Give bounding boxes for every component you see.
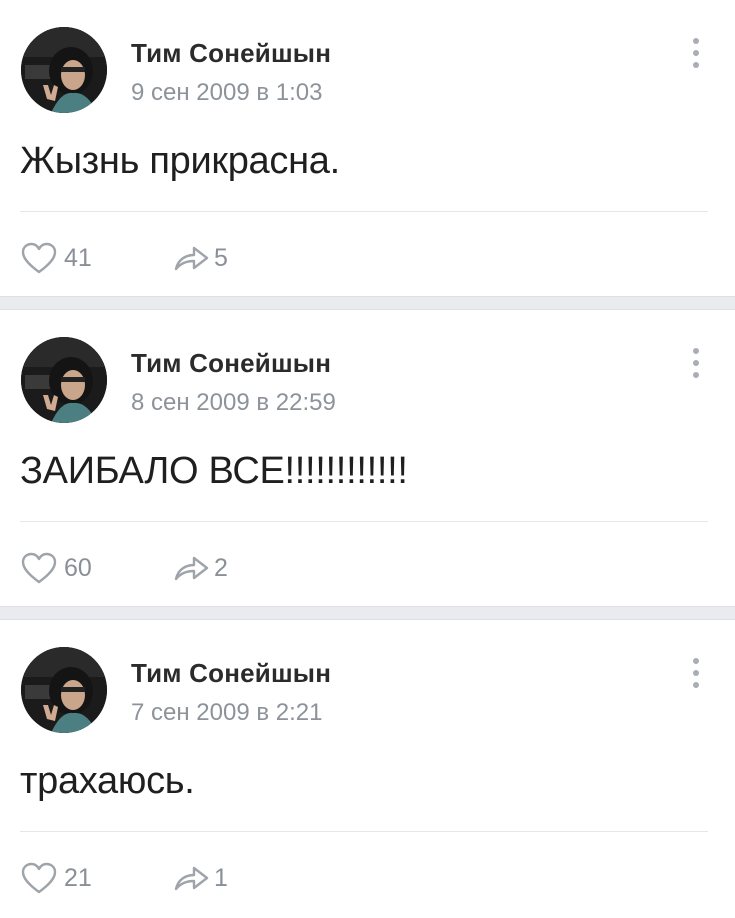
post-text: ЗАИБАЛО ВСЕ!!!!!!!!!!!! [20,450,408,492]
like-count: 41 [64,243,92,272]
post-separator [0,606,735,620]
share-count: 1 [214,863,228,892]
heart-icon [21,242,57,274]
post-separator [0,296,735,310]
post-author[interactable]: Тим Сонейшын [131,658,331,689]
like-button[interactable]: 60 [20,550,92,586]
share-button[interactable]: 2 [172,550,228,586]
share-count: 2 [214,553,228,582]
post-text: трахаюсь. [20,760,195,802]
post-author[interactable]: Тим Сонейшын [131,348,331,379]
share-button[interactable]: 5 [172,240,228,276]
post-text: Жызнь прикрасна. [20,140,340,182]
like-count: 60 [64,553,92,582]
avatar[interactable] [21,27,107,113]
share-button[interactable]: 1 [172,860,228,896]
more-options-icon[interactable] [684,346,708,380]
avatar[interactable] [21,647,107,733]
like-button[interactable]: 21 [20,860,92,896]
more-options-icon[interactable] [684,656,708,690]
wall-feed: Тим Сонейшын 9 сен 2009 в 1:03 Жызнь при… [0,0,735,918]
heart-icon [21,552,57,584]
share-count: 5 [214,243,228,272]
post-date[interactable]: 9 сен 2009 в 1:03 [131,79,322,107]
share-icon [174,246,209,271]
post-date[interactable]: 7 сен 2009 в 2:21 [131,699,322,727]
divider [20,521,708,522]
share-icon [174,866,209,891]
more-options-icon[interactable] [684,36,708,70]
heart-icon [21,862,57,894]
wall-post: Тим Сонейшын 8 сен 2009 в 22:59 ЗАИБАЛО … [0,310,735,606]
wall-post: Тим Сонейшын 9 сен 2009 в 1:03 Жызнь при… [0,0,735,296]
share-icon [174,556,209,581]
post-date[interactable]: 8 сен 2009 в 22:59 [131,389,336,417]
like-count: 21 [64,863,92,892]
post-author[interactable]: Тим Сонейшын [131,38,331,69]
like-button[interactable]: 41 [20,240,92,276]
divider [20,831,708,832]
avatar[interactable] [21,337,107,423]
divider [20,211,708,212]
wall-post: Тим Сонейшын 7 сен 2009 в 2:21 трахаюсь.… [0,620,735,916]
